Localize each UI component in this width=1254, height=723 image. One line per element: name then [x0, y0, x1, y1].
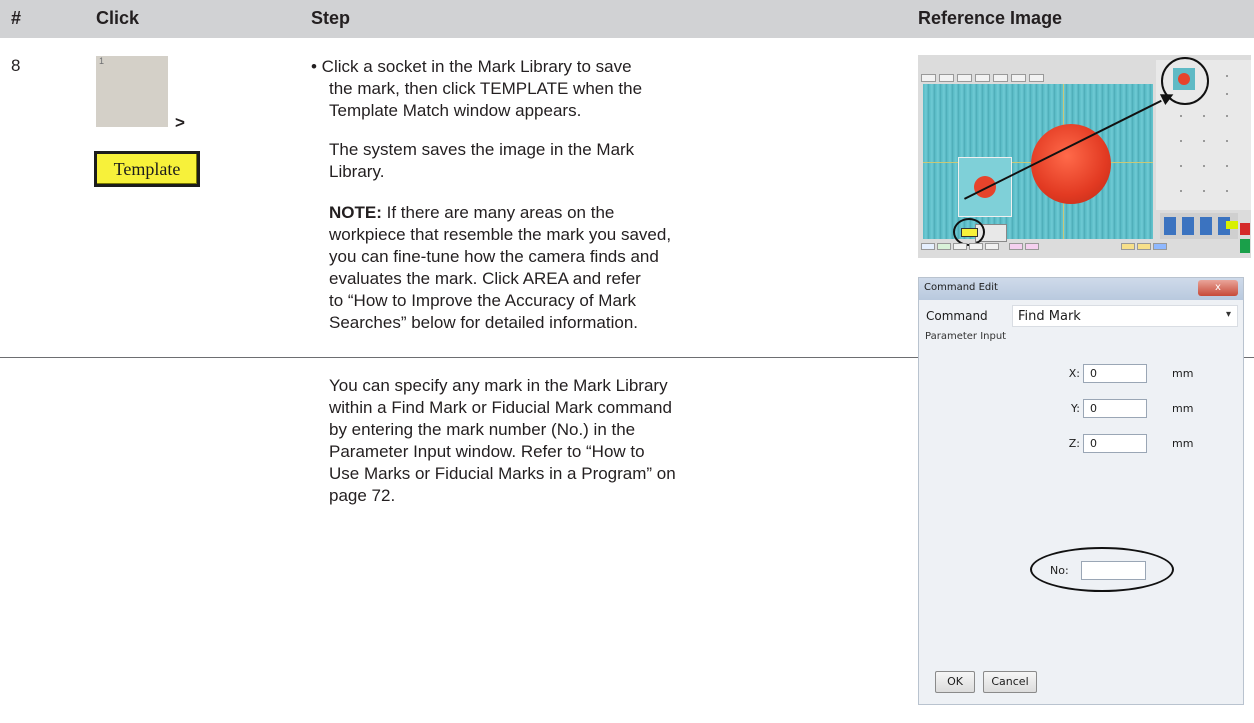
step-text-line: The system saves the image in the Mark: [329, 140, 635, 159]
step-text-line: by entering the mark number (No.) in the: [329, 420, 636, 439]
step-text-line: Template Match window appears.: [329, 101, 582, 120]
step-text-line: Use Marks or Fiducial Marks in a Program…: [329, 464, 676, 483]
command-select[interactable]: Find Mark ▾: [1012, 305, 1238, 327]
step-text-line: page 72.: [329, 486, 396, 505]
command-label: Command: [926, 309, 988, 323]
command-value: Find Mark: [1018, 309, 1081, 324]
note-label: NOTE:: [329, 203, 382, 222]
highlight-oval: [1030, 547, 1174, 592]
highlight-circle: [953, 218, 985, 246]
step-text-line: • Click a socket in the Mark Library to …: [311, 57, 632, 76]
note-line: NOTE: If there are many areas on the: [329, 202, 614, 223]
dialog-title: Command Edit: [924, 282, 998, 293]
red-mark-large: [1031, 124, 1111, 204]
reference-image-mark-library: [918, 55, 1251, 258]
step-text-line: Library.: [329, 162, 385, 181]
z-input[interactable]: 0: [1083, 434, 1147, 453]
x-input[interactable]: 0: [1083, 364, 1147, 383]
step-text-line: Parameter Input window. Refer to “How to: [329, 442, 645, 461]
table-header: # Click Step Reference Image: [0, 0, 1254, 38]
z-unit: mm: [1172, 437, 1194, 450]
step-text-line: you can fine-tune how the camera finds a…: [329, 247, 659, 266]
header-number: #: [11, 8, 22, 28]
x-unit: mm: [1172, 367, 1194, 380]
header-click: Click: [96, 8, 140, 28]
step-text-line: within a Find Mark or Fiducial Mark comm…: [329, 398, 672, 417]
mark-library-socket[interactable]: 1: [96, 56, 168, 127]
bottom-toolbar-illustration: [921, 243, 1241, 253]
socket-number: 1: [99, 56, 105, 66]
parameter-input-label: Parameter Input: [925, 331, 1007, 342]
z-label: Z:: [1068, 437, 1080, 450]
header-reference-image: Reference Image: [918, 8, 1063, 28]
step-text-line: to “How to Improve the Accuracy of Mark: [329, 291, 637, 310]
step-text-line: workpiece that resemble the mark you sav…: [329, 225, 672, 244]
step-text-line: the mark, then click TEMPLATE when the: [329, 79, 643, 98]
step-text-line: You can specify any mark in the Mark Lib…: [329, 376, 668, 395]
ok-button[interactable]: OK: [935, 671, 975, 693]
header-step: Step: [311, 8, 351, 28]
dialog-title-bar: Command Edit x: [919, 278, 1243, 300]
chevron-down-icon: ▾: [1225, 309, 1231, 320]
y-label: Y:: [1071, 402, 1080, 415]
template-button[interactable]: Template: [94, 151, 200, 187]
y-unit: mm: [1172, 402, 1194, 415]
step-text-line: evaluates the mark. Click AREA and refer: [329, 269, 641, 288]
close-button[interactable]: x: [1198, 280, 1238, 296]
then-arrow: >: [175, 113, 185, 132]
reference-image-command-edit: Command Edit x Command Find Mark ▾ Param…: [918, 277, 1244, 705]
cancel-button[interactable]: Cancel: [983, 671, 1037, 693]
note-text: If there are many areas on the: [381, 203, 615, 222]
step-text-line: Searches” below for detailed information…: [329, 313, 638, 332]
y-input[interactable]: 0: [1083, 399, 1147, 418]
row-number: 8: [11, 56, 21, 75]
toolbar-illustration: [921, 69, 1071, 82]
x-label: X:: [1068, 367, 1080, 380]
